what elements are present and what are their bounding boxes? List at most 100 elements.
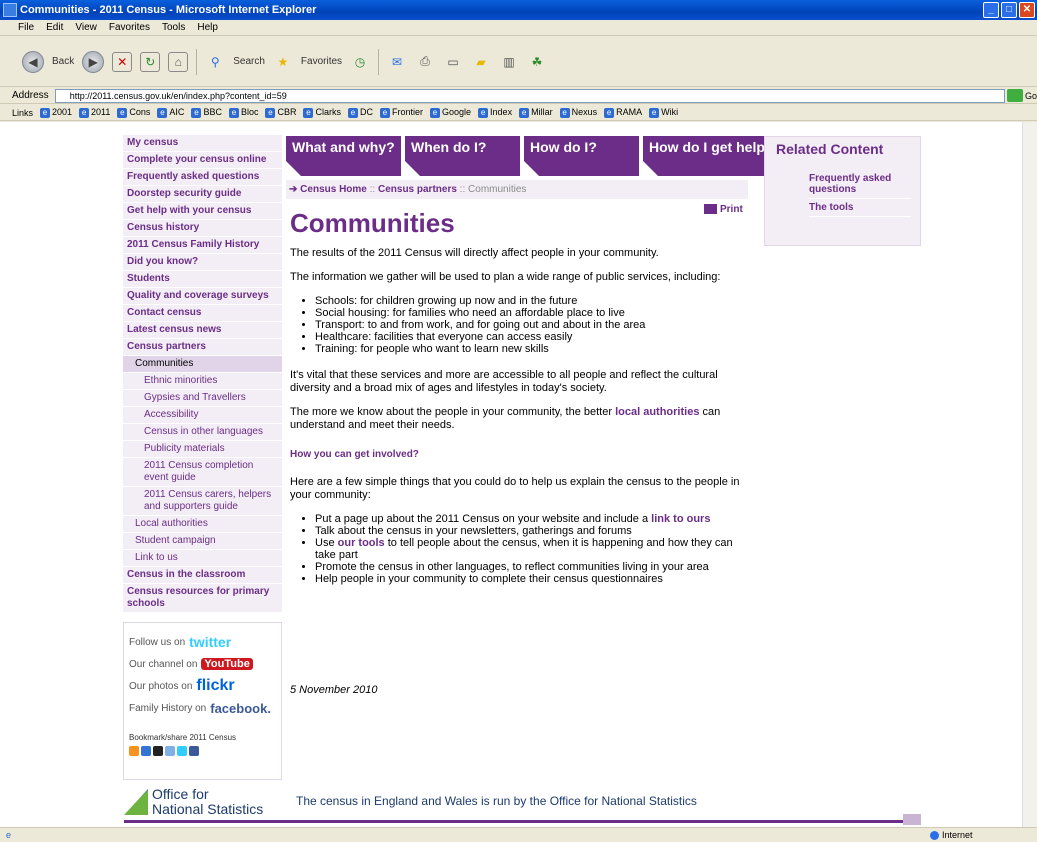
ons-logo[interactable]: Office for National Statistics <box>124 787 263 817</box>
sidebar-item[interactable]: Census in the classroom <box>123 567 282 584</box>
social-row[interactable]: Family History on facebook. <box>129 697 276 719</box>
social-brand-logo[interactable]: YouTube <box>201 658 253 670</box>
our-tools-link[interactable]: our tools <box>338 537 385 549</box>
folder-icon[interactable]: ▰ <box>471 52 491 72</box>
link-rama[interactable]: RAMA <box>604 107 642 118</box>
home-icon[interactable]: ⌂ <box>168 51 189 72</box>
sidebar-item[interactable]: Gypsies and Travellers <box>123 390 282 407</box>
social-row[interactable]: Our channel on YouTube <box>129 653 276 675</box>
favorites-icon[interactable]: ★ <box>273 52 293 72</box>
sidebar-item[interactable]: Census history <box>123 220 282 237</box>
refresh-icon[interactable]: ↻ <box>140 51 161 72</box>
search-icon[interactable]: ⚲ <box>205 52 225 72</box>
sidebar-item[interactable]: Frequently asked questions <box>123 169 282 186</box>
sidebar-item[interactable]: Contact census <box>123 305 282 322</box>
delicious-icon[interactable] <box>141 746 151 756</box>
sidebar-item[interactable]: Accessibility <box>123 407 282 424</box>
sidebar-item[interactable]: Complete your census online <box>123 152 282 169</box>
bookmark-icons <box>129 746 276 756</box>
menu-help[interactable]: Help <box>197 22 218 33</box>
back-icon[interactable]: ◀ <box>22 50 44 73</box>
stop-icon[interactable]: ✕ <box>112 51 133 72</box>
sidebar-item[interactable]: Doorstep security guide <box>123 186 282 203</box>
link-cbr[interactable]: CBR <box>265 107 296 118</box>
twitter-icon[interactable] <box>177 746 187 756</box>
breadcrumb-home[interactable]: Census Home <box>300 184 367 195</box>
link-index[interactable]: Index <box>478 107 512 118</box>
history-icon[interactable]: ◷ <box>350 52 370 72</box>
search-label[interactable]: Search <box>233 56 265 67</box>
edit-icon[interactable]: ▭ <box>443 52 463 72</box>
link-wiki[interactable]: Wiki <box>649 107 678 118</box>
related-link-faq[interactable]: Frequently asked questions <box>809 170 911 199</box>
link-frontier[interactable]: Frontier <box>380 107 423 118</box>
go-button[interactable]: Go <box>1025 91 1037 101</box>
menu-tools[interactable]: Tools <box>162 22 185 33</box>
tab-what-and-why[interactable]: What and why? <box>286 136 401 176</box>
link-cons[interactable]: Cons <box>117 107 150 118</box>
sidebar-item[interactable]: Latest census news <box>123 322 282 339</box>
link-2001[interactable]: 2001 <box>40 107 72 118</box>
link-to-ours[interactable]: link to ours <box>651 513 710 525</box>
vertical-scrollbar[interactable] <box>1022 122 1037 827</box>
address-input[interactable]: http://2011.census.gov.uk/en/index.php?c… <box>54 88 1006 103</box>
sidebar-item[interactable]: Local authorities <box>123 516 282 533</box>
messenger-icon[interactable]: ☘ <box>527 52 547 72</box>
link-clarks[interactable]: Clarks <box>303 107 341 118</box>
mail-icon[interactable]: ✉ <box>387 52 407 72</box>
social-brand-logo[interactable]: flickr <box>196 677 234 695</box>
sidebar-item[interactable]: Census resources for primary schools <box>123 584 282 613</box>
sidebar-item[interactable]: My census <box>123 135 282 152</box>
link-nexus[interactable]: Nexus <box>560 107 598 118</box>
sidebar-item[interactable]: Quality and coverage surveys <box>123 288 282 305</box>
link-dc[interactable]: DC <box>348 107 373 118</box>
rss-icon[interactable] <box>129 746 139 756</box>
maximize-button[interactable]: □ <box>1001 2 1017 18</box>
favorites-label[interactable]: Favorites <box>301 56 342 67</box>
menu-edit[interactable]: Edit <box>46 22 63 33</box>
sidebar-item[interactable]: Student campaign <box>123 533 282 550</box>
link-2011[interactable]: 2011 <box>79 107 110 118</box>
sidebar-item[interactable]: Link to us <box>123 550 282 567</box>
sidebar-item[interactable]: Publicity materials <box>123 441 282 458</box>
link-google[interactable]: Google <box>430 107 471 118</box>
social-row[interactable]: Our photos on flickr <box>129 675 276 697</box>
minimize-button[interactable]: _ <box>983 2 999 18</box>
google-icon[interactable] <box>165 746 175 756</box>
sidebar-item[interactable]: Ethnic minorities <box>123 373 282 390</box>
go-icon[interactable] <box>1007 89 1023 102</box>
social-brand-logo[interactable]: twitter <box>189 634 231 650</box>
close-button[interactable]: ✕ <box>1019 2 1035 18</box>
facebook-icon[interactable] <box>189 746 199 756</box>
link-bbc[interactable]: BBC <box>191 107 222 118</box>
tab-how-do-i[interactable]: How do I? <box>524 136 639 176</box>
sidebar-item[interactable]: Get help with your census <box>123 203 282 220</box>
back-label[interactable]: Back <box>52 56 74 67</box>
involved-heading: How you can get involved? <box>290 449 419 460</box>
local-authorities-link[interactable]: local authorities <box>615 406 699 418</box>
digg-icon[interactable] <box>153 746 163 756</box>
tab-when-do-i[interactable]: When do I? <box>405 136 520 176</box>
menu-favorites[interactable]: Favorites <box>109 22 150 33</box>
sidebar-item[interactable]: 2011 Census completion event guide <box>123 458 282 487</box>
sidebar-item[interactable]: Students <box>123 271 282 288</box>
forward-icon[interactable]: ▶ <box>82 50 105 73</box>
sidebar-item[interactable]: Census partners <box>123 339 282 356</box>
research-icon[interactable]: ▥ <box>499 52 519 72</box>
sidebar-item[interactable]: 2011 Census carers, helpers and supporte… <box>123 487 282 516</box>
link-aic[interactable]: AIC <box>157 107 184 118</box>
breadcrumb-partners[interactable]: Census partners <box>378 184 457 195</box>
link-bloc[interactable]: Bloc <box>229 107 259 118</box>
sidebar-item[interactable]: Communities <box>123 356 282 373</box>
social-brand-logo[interactable]: facebook. <box>210 701 271 716</box>
menu-view[interactable]: View <box>75 22 97 33</box>
social-row[interactable]: Follow us on twitter <box>129 631 276 653</box>
menu-file[interactable]: File <box>18 22 34 33</box>
print-icon[interactable]: ⎙ <box>415 52 435 72</box>
related-link-tools[interactable]: The tools <box>809 199 911 217</box>
sidebar-item[interactable]: Census in other languages <box>123 424 282 441</box>
sidebar-item[interactable]: 2011 Census Family History <box>123 237 282 254</box>
link-millar[interactable]: Millar <box>519 107 553 118</box>
list-item: Schools: for children growing up now and… <box>315 295 750 307</box>
sidebar-item[interactable]: Did you know? <box>123 254 282 271</box>
